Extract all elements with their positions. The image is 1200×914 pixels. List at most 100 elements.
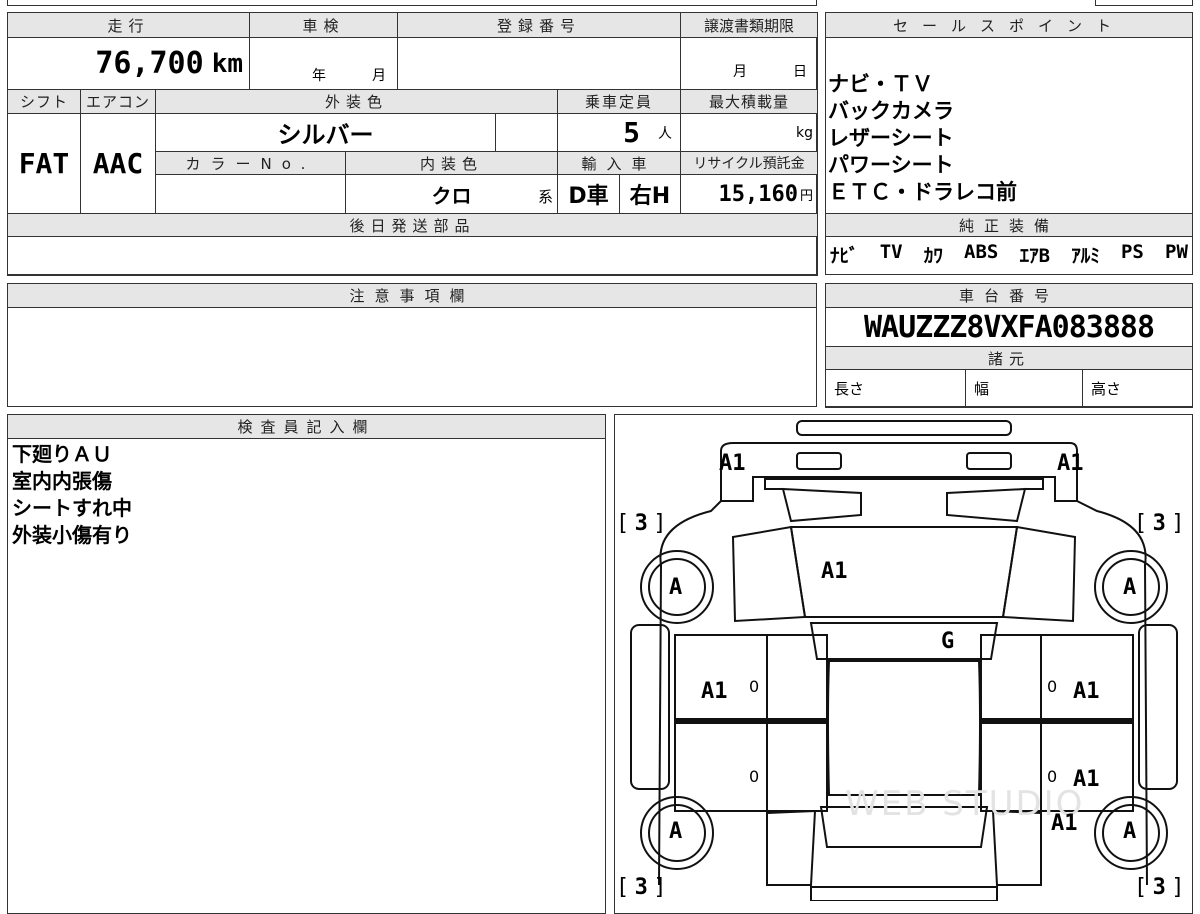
width-label: 幅: [974, 380, 990, 398]
sales-point-item: レザーシート: [828, 126, 954, 150]
import-cell: D車: [557, 174, 620, 214]
equipment-item: ﾅﾋﾞ: [830, 245, 859, 267]
left-sill: [630, 624, 670, 790]
rear-door-left: [674, 720, 828, 812]
max-load-cell: kg: [680, 113, 818, 152]
transfer-month-unit: 月: [733, 64, 747, 80]
tire-bracket: [ 3 ]: [619, 511, 664, 536]
color-no-header: カラーNo.: [155, 151, 346, 175]
notes-box: 注意事項欄: [7, 283, 817, 407]
sales-points-box: セールスポイント ナビ・ＴＶ バックカメラ レザーシート パワーシート ＥＴＣ・…: [825, 12, 1193, 275]
mark-front-left: A1: [719, 451, 746, 476]
exterior-color-cell: シルバー: [155, 113, 496, 152]
equipment-item: PW: [1165, 241, 1188, 263]
shift-header: シフト: [7, 89, 81, 114]
interior-color-header: 内装色: [345, 151, 558, 175]
capacity-value: 5: [623, 116, 640, 149]
capacity-unit: 人: [658, 125, 672, 142]
sales-point-item: パワーシート: [828, 153, 954, 177]
sales-point-item: バックカメラ: [828, 99, 954, 123]
height-label: 高さ: [1091, 380, 1122, 398]
exterior-color-header: 外装色: [155, 89, 558, 114]
front-light-right: [966, 452, 1012, 470]
inspector-header: 検査員記入欄: [7, 414, 606, 439]
tire-value: 3: [634, 875, 648, 900]
exterior-color-extra-cell: [495, 113, 558, 152]
car-diagram-box: WEB STUDIO A1 A1 A1 G A1 A1 A1 A1 0 0 0 …: [614, 414, 1193, 914]
max-load-header: 最大積載量: [680, 89, 818, 114]
mark-zero: 0: [749, 767, 760, 786]
inspection-header: 車検: [249, 12, 398, 38]
sales-point-item: ＥＴＣ・ドラレコ前: [828, 180, 1017, 204]
car-diagram: WEB STUDIO: [630, 420, 1178, 901]
inspector-lines: 下廻りＡＵ 室内内張傷 シートすれ中 外装小傷有り: [12, 441, 132, 549]
length-label: 長さ: [834, 380, 865, 398]
inspection-year-unit: 年: [312, 68, 326, 84]
rear-quarter-left: [766, 809, 817, 886]
inspector-line: シートすれ中: [12, 496, 132, 520]
rear-bumper: [810, 886, 998, 901]
color-no-cell: [155, 174, 346, 214]
recycle-header: リサイクル預託金: [680, 151, 818, 175]
tire-bracket: [ 3 ]: [619, 875, 664, 900]
registration-cell: [397, 37, 681, 90]
inspector-box: 検査員記入欄 下廻りＡＵ 室内内張傷 シートすれ中 外装小傷有り: [7, 414, 606, 914]
tire-value: 3: [1152, 511, 1166, 536]
mark-front-right: A1: [1057, 451, 1084, 476]
front-plate: [796, 420, 1012, 436]
front-grille-2: [946, 487, 1027, 523]
capacity-cell: 5 人: [557, 113, 681, 152]
tire-value: 3: [634, 511, 648, 536]
recycle-cell: 15,160 円: [680, 174, 818, 214]
top-stub-right: [1095, 0, 1193, 6]
interior-color-cell: クロ 系: [345, 174, 558, 214]
front-grille: [781, 487, 862, 523]
mileage-value: 76,700: [95, 46, 204, 81]
vehicle-info-grid: 走行 車検 登録番号 譲渡書類期限 76,700 km 年 月 月 日 シフト …: [7, 12, 818, 276]
mileage-unit: km: [211, 48, 243, 79]
top-stub: [7, 0, 817, 6]
windshield: [809, 622, 999, 660]
sales-point-item: ナビ・ＴＶ: [828, 72, 933, 96]
sales-points-list: ナビ・ＴＶ バックカメラ レザーシート パワーシート ＥＴＣ・ドラレコ前: [828, 71, 1188, 206]
shift-cell: FAT: [7, 113, 81, 214]
transfer-deadline-header: 譲渡書類期限: [680, 12, 818, 38]
specs-header: 諸元: [825, 346, 1193, 370]
aircon-value: AAC: [92, 147, 144, 180]
genuine-equipment-header: 純正装備: [825, 213, 1193, 237]
capacity-header: 乗車定員: [557, 89, 681, 114]
recycle-value: 15,160: [718, 181, 798, 207]
front-panel-left: [764, 478, 1044, 490]
registration-header: 登録番号: [397, 12, 681, 38]
mark-zero: 0: [1047, 677, 1058, 696]
mark-rear-door-right: A1: [1073, 767, 1100, 792]
mark-wheel: A: [669, 575, 683, 600]
mark-rear-quarter-right: A1: [1051, 811, 1078, 836]
mileage-header: 走行: [7, 12, 250, 38]
mark-front-door-left: A1: [701, 679, 728, 704]
exterior-color-value: シルバー: [277, 121, 374, 149]
inspection-month-unit: 月: [372, 68, 386, 84]
mark-windshield: G: [941, 629, 955, 654]
mileage-cell: 76,700 km: [7, 37, 250, 90]
handle-value: 右H: [629, 184, 671, 209]
mark-front-door-right: A1: [1073, 679, 1100, 704]
front-light-left: [796, 452, 842, 470]
shift-value: FAT: [18, 147, 70, 180]
height-cell: 高さ: [1082, 369, 1193, 408]
mark-wheel: A: [669, 819, 683, 844]
chassis-number: WAUZZZ8VXFA083888: [863, 310, 1155, 345]
recycle-unit: 円: [799, 188, 813, 204]
equipment-item: ｴｱB: [1019, 245, 1051, 267]
chassis-box: 車台番号 WAUZZZ8VXFA083888 諸元 長さ 幅 高さ: [825, 283, 1193, 408]
equipment-item: TV: [879, 241, 903, 263]
aircon-header: エアコン: [80, 89, 156, 114]
interior-color-suffix: 系: [537, 188, 553, 206]
transfer-day-unit: 日: [793, 64, 807, 80]
tire-bracket: [ 3 ]: [1137, 875, 1182, 900]
inspector-line: 下廻りＡＵ: [12, 442, 112, 466]
import-value: D車: [568, 184, 609, 209]
max-load-unit: kg: [796, 124, 813, 141]
mark-zero: 0: [1047, 767, 1058, 786]
equipment-item: ｶﾜ: [923, 245, 943, 267]
